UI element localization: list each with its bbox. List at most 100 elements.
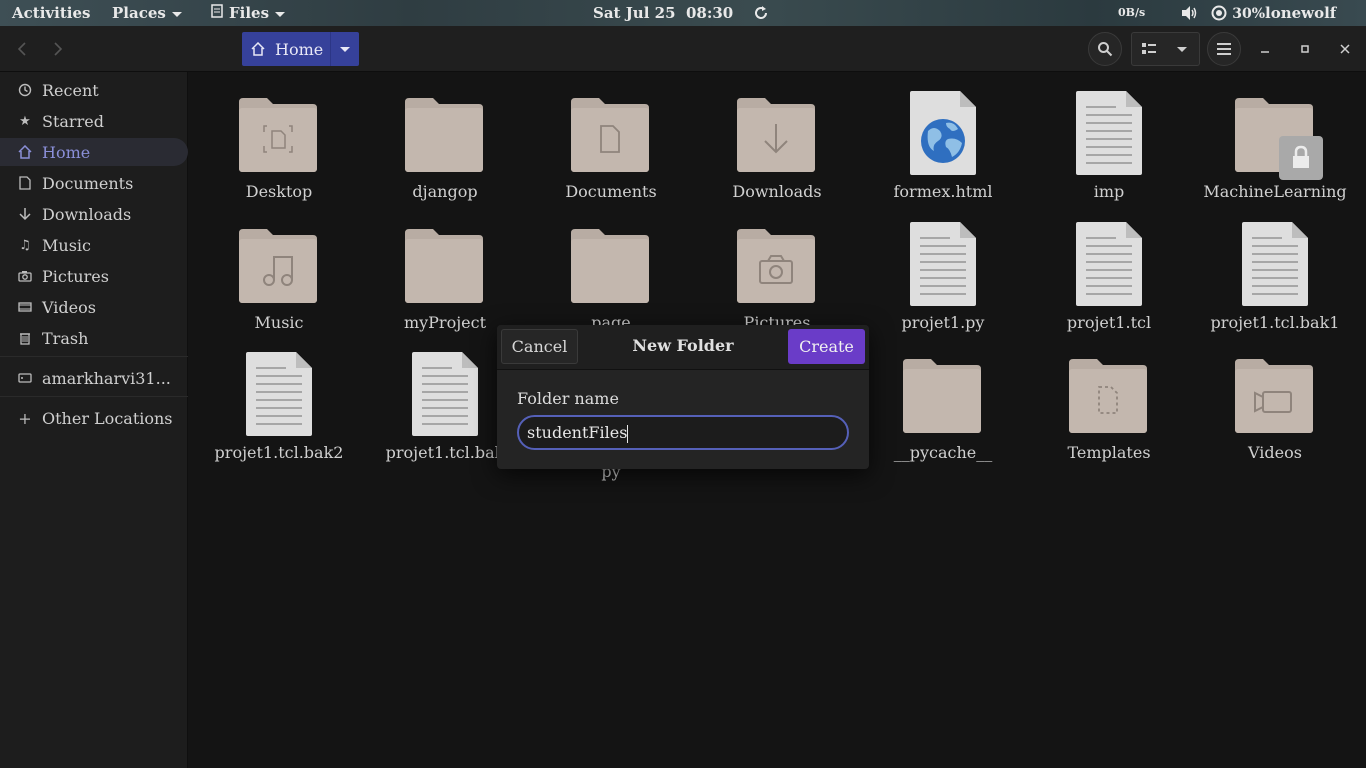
folder-icon [1235, 359, 1313, 433]
clock[interactable]: Sat Jul 25 08:30 [593, 0, 733, 26]
file-item-projet1-tcl[interactable]: projet1.tcl [1026, 202, 1192, 332]
star-icon: ★ [19, 113, 31, 129]
chevron-left-icon [17, 42, 26, 56]
file-item-imp[interactable]: imp [1026, 72, 1192, 202]
text-file-icon [412, 352, 478, 436]
folder-icon [903, 359, 981, 433]
trash-icon [17, 331, 33, 345]
view-options-button[interactable] [1165, 32, 1200, 66]
file-item-machinelearning[interactable]: MachineLearning [1192, 72, 1358, 202]
minimize-button[interactable] [1252, 34, 1278, 64]
volume-icon[interactable] [1181, 0, 1199, 26]
battery-percent: 30% [1232, 6, 1266, 22]
file-item-pycache[interactable]: __pycache__ [860, 332, 1026, 462]
sidebar-item-music[interactable]: ♫ Music [0, 231, 188, 259]
sidebar-item-label: Recent [42, 80, 99, 100]
download-icon [17, 207, 33, 221]
text-cursor [627, 424, 629, 443]
chevron-down-icon [275, 11, 286, 17]
hamburger-icon [1217, 43, 1231, 55]
sidebar-item-videos[interactable]: Videos [0, 293, 188, 321]
camera-icon [17, 270, 33, 282]
text-file-icon [246, 352, 312, 436]
refresh-icon[interactable] [753, 0, 769, 26]
main-menu-button[interactable] [1207, 32, 1241, 66]
file-item-projet1-py[interactable]: projet1.py [860, 202, 1026, 332]
folder-icon [571, 98, 649, 172]
sidebar-item-recent[interactable]: Recent [0, 76, 188, 104]
sidebar-item-downloads[interactable]: Downloads [0, 200, 188, 228]
file-item-music[interactable]: Music [196, 202, 362, 332]
folder-icon [571, 229, 649, 303]
file-item-downloads[interactable]: Downloads [694, 72, 860, 202]
file-name: Music [254, 313, 304, 332]
music-icon: ♫ [19, 237, 31, 253]
view-toggle-button[interactable] [1131, 32, 1166, 66]
file-item-projet1-tcl-bak1[interactable]: projet1.tcl.bak1 [1192, 202, 1358, 332]
file-item-templates[interactable]: Templates [1026, 332, 1192, 462]
user-menu[interactable]: lonewolf [1265, 0, 1336, 26]
sidebar-item-trash[interactable]: Trash [0, 324, 188, 352]
path-home-button[interactable]: Home [242, 32, 330, 66]
text-file-icon [1242, 222, 1308, 306]
folder-name-input[interactable]: studentFiles [517, 415, 849, 450]
clock-icon [17, 83, 33, 97]
file-item-videos[interactable]: Videos [1192, 332, 1358, 462]
files-app-icon [211, 0, 223, 26]
file-name: MachineLearning [1203, 182, 1347, 201]
file-name: imp [1093, 182, 1125, 201]
sidebar-item-label: amarkharvi31... [42, 368, 171, 388]
search-icon [1098, 42, 1113, 57]
file-item-formex-html[interactable]: formex.html [860, 72, 1026, 202]
back-button[interactable] [8, 34, 36, 64]
file-item-djangop[interactable]: djangop [362, 72, 528, 202]
file-item-page[interactable]: page [528, 202, 694, 332]
sidebar-item-documents[interactable]: Documents [0, 169, 188, 197]
sidebar-item-home[interactable]: Home [0, 138, 188, 166]
sidebar-item-pictures[interactable]: Pictures [0, 262, 188, 290]
folder-icon [239, 98, 317, 172]
battery-indicator[interactable]: 30% [1211, 0, 1265, 26]
file-name: projet1.tcl [1066, 313, 1152, 332]
file-item-documents[interactable]: Documents [528, 72, 694, 202]
file-item-desktop[interactable]: Desktop [196, 72, 362, 202]
file-name: Downloads [732, 182, 822, 201]
top-bar: Activities Places Files Sat Jul 25 08:30… [0, 0, 1366, 26]
chevron-down-icon [340, 46, 350, 52]
path-home-label: Home [275, 39, 324, 59]
folder-icon [239, 229, 317, 303]
create-button[interactable]: Create [788, 329, 865, 364]
header-bar: Home [0, 26, 1366, 72]
sidebar-divider [0, 396, 188, 397]
close-button[interactable] [1332, 34, 1358, 64]
path-menu-button[interactable] [330, 32, 359, 66]
folder-icon [1069, 359, 1147, 433]
plus-icon: + [18, 408, 32, 428]
sidebar-item-label: Other Locations [42, 408, 173, 428]
file-name: projet1.tcl.bak2 [214, 443, 344, 462]
sidebar-item-drive[interactable]: amarkharvi31... [0, 364, 188, 392]
sidebar-item-starred[interactable]: ★ Starred [0, 107, 188, 135]
folder-icon [737, 229, 815, 303]
file-name: djangop [412, 182, 478, 201]
folder-icon [737, 98, 815, 172]
forward-button[interactable] [44, 34, 72, 64]
sidebar-item-label: Documents [42, 173, 134, 193]
maximize-button[interactable] [1292, 34, 1318, 64]
chevron-down-icon [171, 11, 182, 17]
activities-button[interactable]: Activities [12, 0, 90, 26]
file-item-myproject[interactable]: myProject [362, 202, 528, 332]
file-item-projet1-tcl-bak2[interactable]: projet1.tcl.bak2 [196, 332, 362, 462]
folder-icon [405, 229, 483, 303]
file-name: Documents [565, 182, 657, 201]
network-speed: 0B/s [1118, 6, 1146, 19]
cancel-button[interactable]: Cancel [501, 329, 578, 364]
search-button[interactable] [1088, 32, 1122, 66]
places-menu[interactable]: Places [112, 0, 182, 26]
sidebar-item-other-locations[interactable]: + Other Locations [0, 404, 188, 432]
list-view-icon [1141, 43, 1156, 54]
new-folder-dialog: Cancel New Folder Create Folder name stu… [497, 325, 869, 469]
sidebar-item-label: Starred [42, 111, 104, 131]
files-app-menu[interactable]: Files [211, 0, 286, 26]
file-item-pictures[interactable]: Pictures [694, 202, 860, 332]
